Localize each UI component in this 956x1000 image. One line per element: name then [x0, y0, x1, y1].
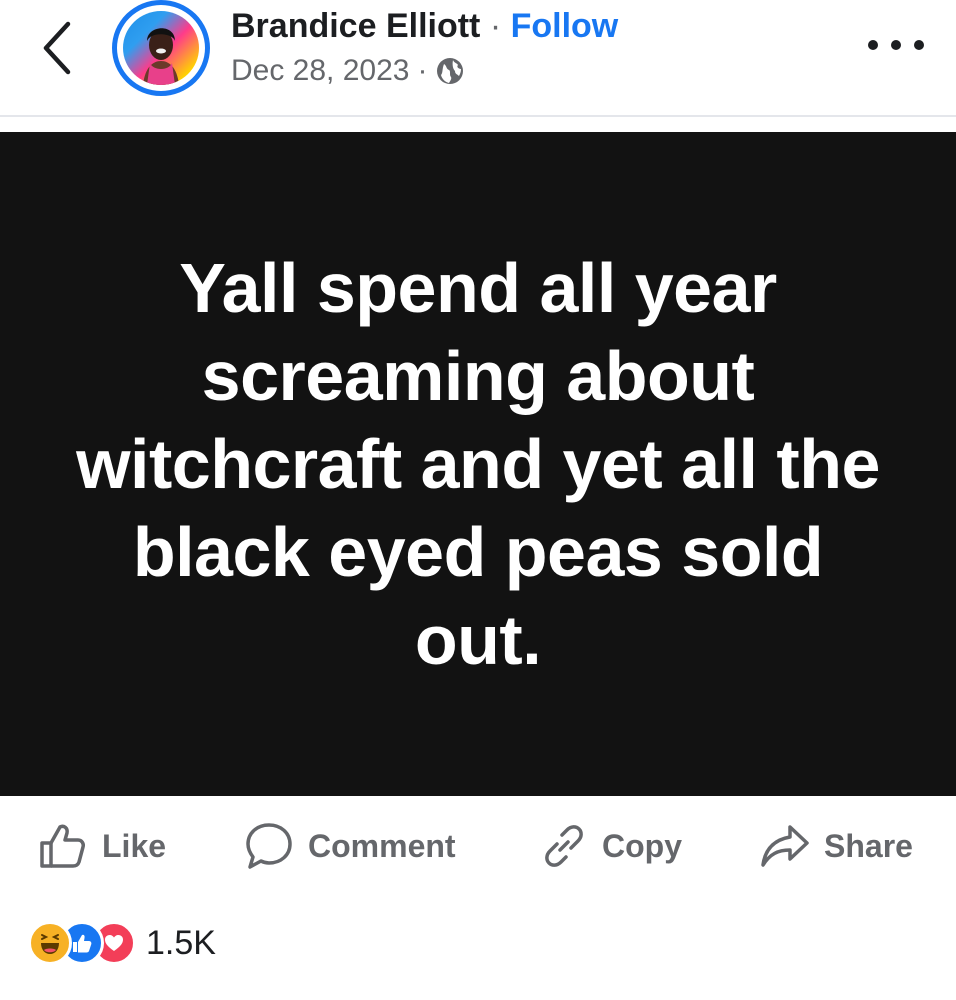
header-divider	[0, 115, 956, 117]
comment-label: Comment	[308, 827, 456, 864]
author-name[interactable]: Brandice Elliott	[231, 7, 480, 45]
meta-separator: ·	[417, 54, 428, 87]
share-button[interactable]: Share	[760, 810, 913, 882]
share-icon	[761, 825, 809, 867]
more-dot-icon	[891, 40, 901, 50]
more-dot-icon	[914, 40, 924, 50]
action-bar: Like Comment Copy Share	[0, 810, 956, 882]
link-icon	[545, 825, 583, 867]
author-line: Brandice Elliott · Follow	[231, 6, 618, 46]
post-date[interactable]: Dec 28, 2023	[231, 51, 409, 91]
comment-button[interactable]: Comment	[244, 810, 456, 882]
post-meta: Dec 28, 2023 ·	[231, 51, 465, 91]
follow-button[interactable]: Follow	[511, 7, 619, 45]
like-button[interactable]: Like	[38, 810, 166, 882]
globe-icon	[435, 56, 465, 86]
avatar-image	[123, 11, 199, 85]
like-label: Like	[102, 827, 167, 864]
haha-reaction-icon	[28, 921, 72, 965]
more-dot-icon	[868, 40, 878, 50]
thumbs-up-icon	[40, 824, 85, 868]
share-label: Share	[824, 827, 913, 864]
post-text: Yall spend all year screaming about witc…	[76, 249, 880, 679]
reactions-summary[interactable]: 1.5K	[28, 918, 216, 968]
avatar[interactable]	[112, 0, 210, 96]
post-image[interactable]: Yall spend all year screaming about witc…	[0, 132, 956, 796]
copy-label: Copy	[602, 827, 682, 864]
name-separator: ·	[480, 7, 511, 45]
copy-button[interactable]: Copy	[540, 810, 682, 882]
chevron-left-icon	[43, 21, 71, 75]
more-options-button[interactable]	[868, 30, 924, 60]
comment-icon	[246, 823, 292, 869]
back-button[interactable]	[36, 18, 80, 78]
post-header: Brandice Elliott · Follow Dec 28, 2023 ·	[0, 0, 956, 115]
reaction-count[interactable]: 1.5K	[146, 924, 216, 963]
